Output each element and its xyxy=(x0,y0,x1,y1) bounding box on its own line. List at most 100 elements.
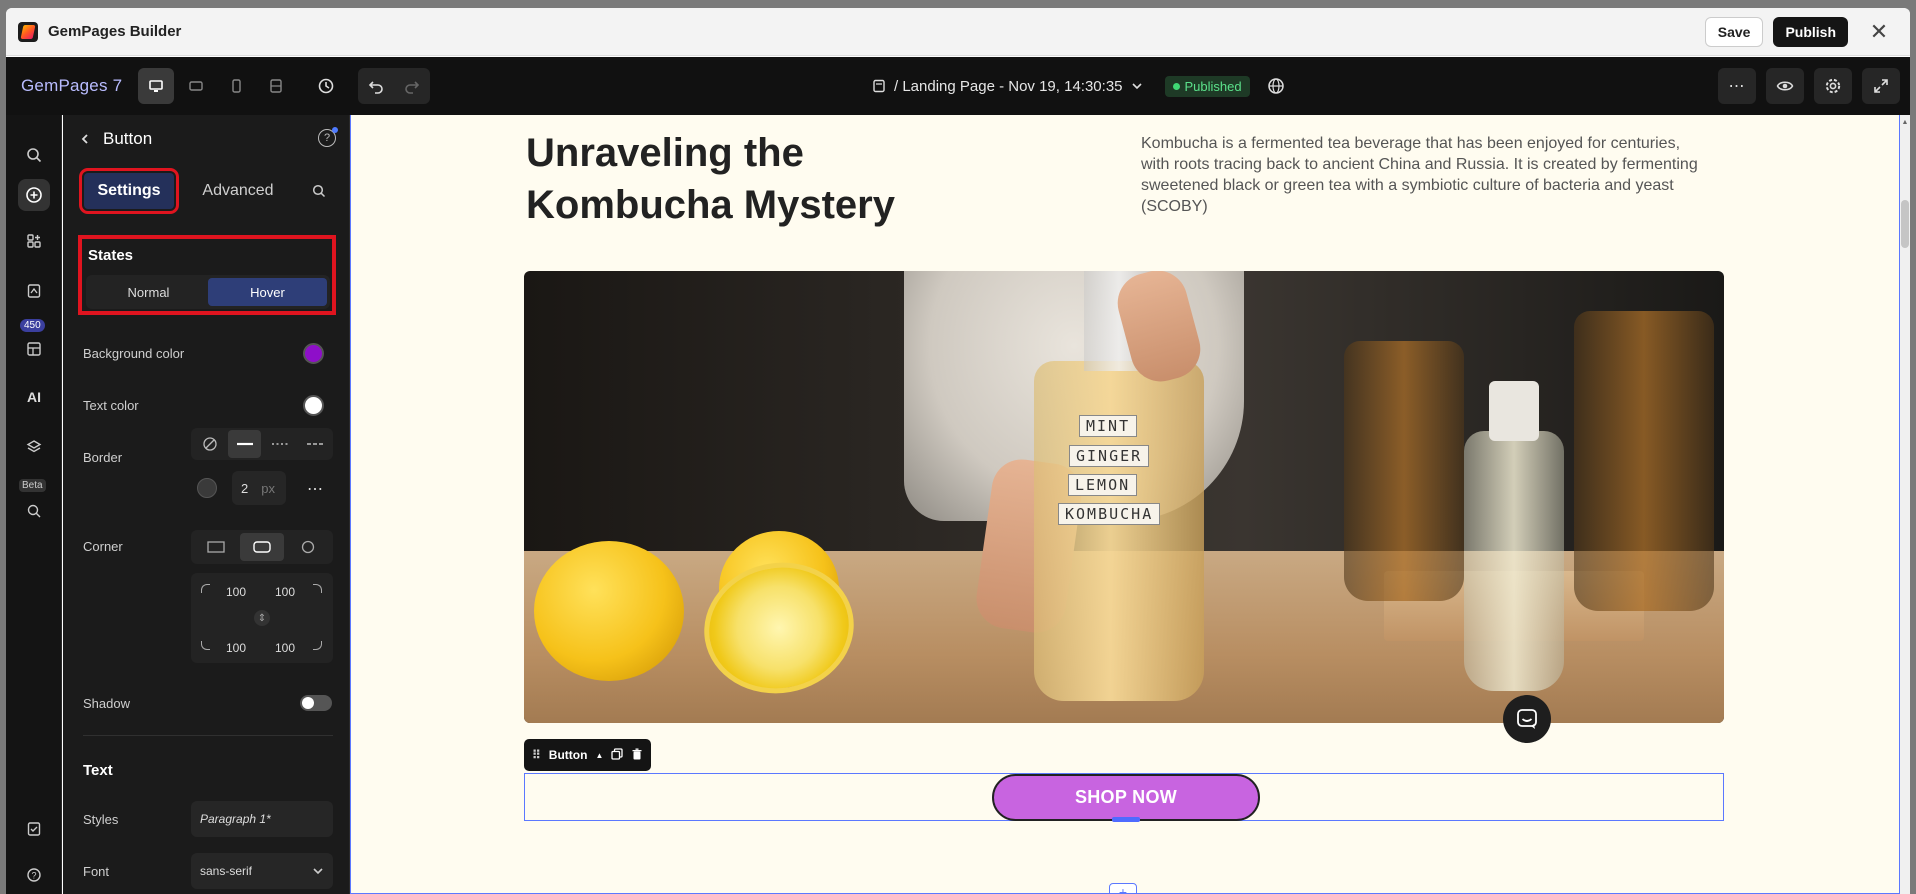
text-color-swatch[interactable] xyxy=(303,395,324,416)
state-switcher: Normal Hover xyxy=(86,275,330,309)
search-icon[interactable] xyxy=(309,181,329,201)
history-icon[interactable] xyxy=(308,68,344,104)
brand-logo[interactable]: GemPages 7 xyxy=(21,76,122,96)
state-hover[interactable]: Hover xyxy=(208,278,327,306)
help-icon[interactable]: ? xyxy=(18,859,50,891)
border-solid-icon[interactable] xyxy=(228,430,261,458)
save-button[interactable]: Save xyxy=(1704,16,1764,47)
device-switcher xyxy=(138,68,294,104)
corner-bottom-right-input[interactable]: 100 xyxy=(275,641,295,655)
shadow-toggle[interactable] xyxy=(300,695,332,711)
states-section: States Normal Hover xyxy=(78,235,336,315)
button-container[interactable]: SHOP NOW xyxy=(524,773,1724,822)
question-help-icon[interactable]: ? xyxy=(318,127,338,147)
global-styles-icon[interactable] xyxy=(18,495,50,527)
state-normal[interactable]: Normal xyxy=(89,278,208,306)
corner-top-left-icon xyxy=(201,584,210,593)
border-width-input[interactable]: 2 px xyxy=(232,471,286,505)
scroll-up-icon[interactable]: ▲ xyxy=(1901,118,1909,126)
canvas-scrollbar[interactable]: ▲ xyxy=(1900,115,1910,894)
bottle-label: GINGER xyxy=(1069,445,1150,467)
element-toolbar: ⠿ Button ▲ xyxy=(524,739,652,771)
checklist-icon[interactable] xyxy=(18,813,50,845)
page-canvas: Unraveling the Kombucha Mystery Kombucha… xyxy=(350,115,1900,894)
bottle-label: KOMBUCHA xyxy=(1058,503,1161,525)
search-icon[interactable] xyxy=(18,139,50,171)
page-heading[interactable]: Unraveling the Kombucha Mystery xyxy=(526,127,1006,231)
border-none-icon[interactable] xyxy=(193,430,226,458)
photo-lemon xyxy=(534,541,684,681)
border-color-swatch[interactable] xyxy=(197,478,217,498)
photo-jar xyxy=(1574,311,1714,611)
shop-now-button[interactable]: SHOP NOW xyxy=(992,774,1260,821)
shadow-label: Shadow xyxy=(83,696,130,711)
corner-bottom-left-input[interactable]: 100 xyxy=(226,641,246,655)
tab-settings[interactable]: Settings xyxy=(79,168,179,214)
redo-icon[interactable] xyxy=(394,68,430,104)
app-title: GemPages Builder xyxy=(48,23,182,40)
resize-handle[interactable] xyxy=(1112,817,1140,822)
chevron-down-icon xyxy=(1131,83,1142,90)
scroll-thumb[interactable] xyxy=(1901,200,1909,248)
svg-text:?: ? xyxy=(31,871,36,881)
panel-tabs: Settings Advanced xyxy=(79,168,329,214)
publish-button[interactable]: Publish xyxy=(1773,16,1848,47)
templates-count-badge: 450 xyxy=(20,319,45,332)
apps-icon[interactable] xyxy=(18,225,50,257)
link-corners-icon[interactable]: ⇕ xyxy=(254,610,270,626)
chat-support-icon[interactable] xyxy=(1503,695,1551,743)
ai-icon[interactable]: AI xyxy=(18,381,50,413)
corner-label: Corner xyxy=(83,539,123,554)
corner-top-right-icon xyxy=(313,584,322,593)
layers-icon[interactable] xyxy=(18,431,50,463)
chevron-down-icon xyxy=(313,868,323,875)
border-style-group xyxy=(191,428,333,460)
expand-icon[interactable] xyxy=(1862,68,1900,104)
globe-language-icon[interactable] xyxy=(1258,68,1294,104)
background-color-swatch[interactable] xyxy=(303,343,324,364)
corner-shape-group xyxy=(191,530,333,564)
left-rail: 450 AI Beta ? xyxy=(6,115,62,894)
corner-top-right-input[interactable]: 100 xyxy=(275,585,295,599)
more-options-icon[interactable]: ⋯ xyxy=(1718,68,1756,104)
border-dotted-icon[interactable] xyxy=(263,430,296,458)
font-select[interactable]: sans-serif xyxy=(191,853,333,889)
text-section-title: Text xyxy=(83,762,113,779)
title-bar: GemPages Builder Save Publish ✕ xyxy=(6,8,1910,56)
page-templates-icon[interactable] xyxy=(18,275,50,307)
corner-rounded-icon[interactable] xyxy=(240,533,284,561)
sections-library-icon[interactable] xyxy=(18,333,50,365)
kombucha-photo[interactable]: MINT GINGER LEMON KOMBUCHA xyxy=(524,271,1724,723)
add-section-button[interactable]: + xyxy=(1109,883,1137,893)
styles-label: Styles xyxy=(83,812,119,827)
beta-badge: Beta xyxy=(19,479,46,492)
back-chevron-icon[interactable] xyxy=(75,129,95,149)
editor-toolbar: GemPages 7 / Landing Page - Nov 19, 14:3… xyxy=(6,57,1910,115)
trash-icon[interactable] xyxy=(631,748,643,763)
element-toolbar-label[interactable]: Button xyxy=(549,748,588,762)
corner-radius-grid: 100 100 ⇕ 100 100 xyxy=(191,573,333,663)
corner-circle-icon[interactable] xyxy=(287,533,330,561)
corner-top-left-input[interactable]: 100 xyxy=(226,585,246,599)
border-dashed-icon[interactable] xyxy=(298,430,331,458)
add-element-icon[interactable] xyxy=(18,179,50,211)
settings-panel: Button ? Settings Advanced States Normal… xyxy=(63,115,350,894)
undo-icon[interactable] xyxy=(358,68,394,104)
close-icon[interactable]: ✕ xyxy=(1864,17,1894,47)
page-description[interactable]: Kombucha is a fermented tea beverage tha… xyxy=(1141,133,1701,217)
duplicate-icon[interactable] xyxy=(611,747,624,763)
drag-handle-icon[interactable]: ⠿ xyxy=(532,748,541,762)
caret-up-icon[interactable]: ▲ xyxy=(595,751,603,760)
photo-bottle-cap xyxy=(1489,381,1539,441)
tab-advanced[interactable]: Advanced xyxy=(179,173,297,209)
fullscreen-device-icon[interactable] xyxy=(258,68,294,104)
preview-eye-icon[interactable] xyxy=(1766,68,1804,104)
corner-square-icon[interactable] xyxy=(194,533,237,561)
settings-gear-icon[interactable] xyxy=(1814,68,1852,104)
desktop-device-icon[interactable] xyxy=(138,68,175,104)
styles-select[interactable]: Paragraph 1* xyxy=(191,801,333,837)
mobile-device-icon[interactable] xyxy=(218,68,254,104)
more-options-icon[interactable]: ⋯ xyxy=(307,479,324,499)
page-selector[interactable]: / Landing Page - Nov 19, 14:30:35 Publis… xyxy=(872,57,1294,115)
tablet-landscape-icon[interactable] xyxy=(178,68,214,104)
